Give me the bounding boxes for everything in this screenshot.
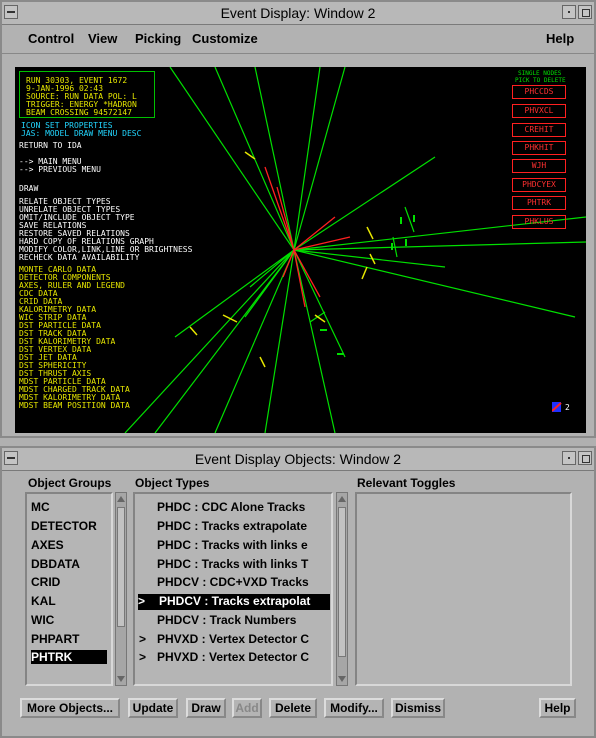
type-item[interactable]: PHVXD : Vertex Detector C [157,632,309,646]
model-draw-menu[interactable]: JAS: MODEL DRAW MENU DESC [21,130,141,138]
type-marker: > [139,632,147,646]
object-types-label: Object Types [135,476,210,490]
menu-customize[interactable]: Customize [192,31,258,46]
type-item-selected[interactable]: > PHDCV : Tracks extrapolat [138,594,330,610]
groups-scrollbar[interactable] [115,492,127,686]
menu-line[interactable]: RECHECK DATA AVAILABILITY [19,254,139,262]
dismiss-button[interactable]: Dismiss [391,698,445,718]
pick-header-2: PICK TO DELETE [515,77,566,84]
type-marker: > [139,650,147,664]
type-item[interactable]: PHDCV : Track Numbers [157,613,296,627]
type-item[interactable]: PHDC : Tracks with links e [157,538,308,552]
update-button[interactable]: Update [128,698,178,718]
menu-control[interactable]: Control [28,31,74,46]
type-marker: > [138,594,146,608]
window-menu-icon[interactable] [4,5,18,19]
node-button-crehit[interactable]: CREHIT [512,123,566,137]
scroll-up-icon[interactable] [337,494,347,504]
window-number: 2 [565,403,570,412]
group-item[interactable]: MC [31,500,50,514]
window-marker-icon [552,402,562,412]
node-button-phtrk[interactable]: PHTRK [512,196,566,210]
event-display-canvas[interactable]: RUN 30303, EVENT 1672 9-JAN-1996 02:43 S… [15,67,586,433]
menu-line[interactable]: DRAW [19,185,38,193]
scroll-up-icon[interactable] [116,494,126,504]
menu-help[interactable]: Help [546,31,574,46]
node-button-wjh[interactable]: WJH [512,159,566,173]
menu-picking[interactable]: Picking [135,31,181,46]
delete-button[interactable]: Delete [269,698,317,718]
window-menu-icon[interactable] [4,451,18,465]
menu-line[interactable]: RETURN TO IDA [19,142,82,150]
info-line-5: BEAM CROSSING 94572147 [26,108,132,117]
group-item[interactable]: DETECTOR [31,519,97,533]
type-item[interactable]: PHVXD : Vertex Detector C [157,650,309,664]
menu-bar: Control View Picking Customize Help [2,25,594,54]
more-objects-button[interactable]: More Objects... [20,698,120,718]
window-title: Event Display Objects: Window 2 [194,451,402,467]
node-button-phvxcl[interactable]: PHVXCL [512,104,566,118]
object-groups-list[interactable]: MC DETECTOR AXES DBDATA CRID KAL WIC PHP… [25,492,113,686]
draw-button[interactable]: Draw [186,698,226,718]
minimize-icon[interactable] [562,451,576,465]
add-button[interactable]: Add [232,698,262,718]
type-item[interactable]: PHDCV : CDC+VXD Tracks [157,575,309,589]
menu-view[interactable]: View [88,31,117,46]
data-menu-item[interactable]: MDST BEAM POSITION DATA [19,402,130,410]
scroll-down-icon[interactable] [116,674,126,684]
type-item[interactable]: PHDC : Tracks with links T [157,557,308,571]
relevant-toggles-list[interactable] [355,492,572,686]
window-titlebar[interactable]: Event Display Objects: Window 2 [2,448,594,471]
minimize-icon[interactable] [562,5,576,19]
modify-button[interactable]: Modify... [324,698,384,718]
group-item[interactable]: PHPART [31,632,79,646]
type-text: PHDCV : Tracks extrapolat [159,594,311,608]
scroll-thumb[interactable] [117,507,125,627]
window-title: Event Display: Window 2 [220,5,376,21]
node-button-phccds[interactable]: PHCCDS [512,85,566,99]
types-scrollbar[interactable] [336,492,348,686]
type-item[interactable]: PHDC : CDC Alone Tracks [157,500,305,514]
group-item-selected[interactable]: PHTRK [31,650,107,664]
group-item[interactable]: CRID [31,575,60,589]
scroll-thumb[interactable] [338,507,346,657]
type-item[interactable]: PHDC : Tracks extrapolate [157,519,307,533]
event-info-box: RUN 30303, EVENT 1672 9-JAN-1996 02:43 S… [19,71,155,118]
window-titlebar[interactable]: Event Display: Window 2 [2,2,594,25]
help-button[interactable]: Help [539,698,576,718]
node-button-phklus[interactable]: PHKLUS [512,215,566,229]
group-item[interactable]: WIC [31,613,54,627]
group-item[interactable]: DBDATA [31,557,80,571]
scroll-down-icon[interactable] [337,674,347,684]
group-item[interactable]: KAL [31,594,56,608]
relevant-toggles-label: Relevant Toggles [357,476,456,490]
node-button-phkhit[interactable]: PHKHIT [512,141,566,155]
maximize-icon[interactable] [578,451,592,465]
group-item[interactable]: AXES [31,538,64,552]
object-groups-label: Object Groups [28,476,112,490]
object-types-list[interactable]: PHDC : CDC Alone Tracks PHDC : Tracks ex… [133,492,333,686]
node-button-phdcyex[interactable]: PHDCYEX [512,178,566,192]
maximize-icon[interactable] [578,5,592,19]
menu-line[interactable]: --> PREVIOUS MENU [19,166,101,174]
